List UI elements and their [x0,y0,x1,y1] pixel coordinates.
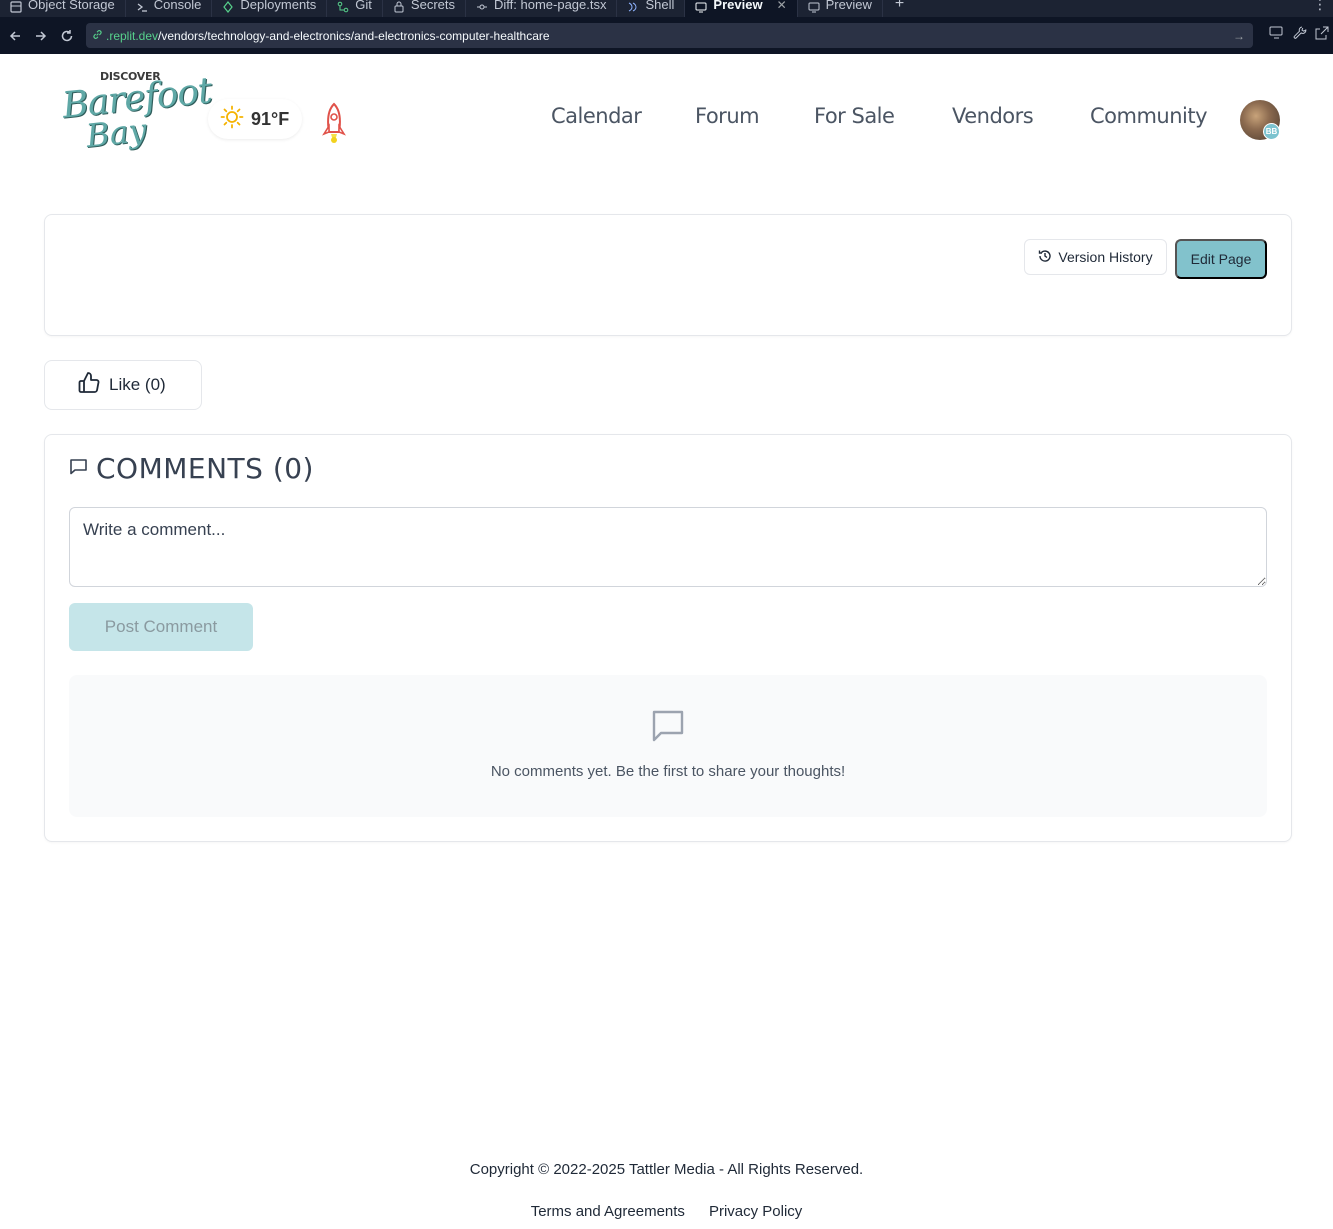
site-logo[interactable]: DISCOVER Barefoot Bay [60,70,213,160]
terms-link[interactable]: Terms and Agreements [531,1203,685,1220]
nav-calendar[interactable]: Calendar [551,104,642,128]
storage-icon [10,1,22,13]
terminal-icon [136,1,148,13]
rocket-icon[interactable] [320,102,348,150]
like-label: Like (0) [109,375,166,394]
tab-object-storage[interactable]: Object Storage [0,0,126,17]
history-icon [1038,249,1052,266]
nav-for-sale[interactable]: For Sale [814,104,895,128]
footer-copyright: Copyright © 2022-2025 Tattler Media - Al… [469,1161,864,1178]
diff-icon [476,1,488,13]
user-avatar[interactable]: BB [1240,100,1280,140]
comment-input[interactable] [69,507,1267,587]
privacy-link[interactable]: Privacy Policy [709,1203,802,1220]
tab-label: Secrets [410,0,455,12]
weather-temperature: 91°F [251,108,290,129]
comments-heading: COMMENTS (0) [69,452,314,485]
tab-secrets[interactable]: Secrets [383,0,466,17]
monitor-icon [695,1,707,13]
forward-arrow-icon[interactable] [28,23,54,49]
shell-icon [627,1,639,13]
comments-title: COMMENTS (0) [96,452,314,485]
lock-icon [393,1,405,13]
link-icon [92,29,103,43]
monitor-icon [808,1,820,13]
devices-icon[interactable] [1269,26,1285,45]
tab-shell[interactable]: Shell [617,0,686,17]
version-history-label: Version History [1058,249,1153,265]
weather-widget: 91°F [208,99,302,139]
nav-vendors[interactable]: Vendors [952,104,1034,128]
tab-label: Object Storage [28,0,115,12]
url-input[interactable]: .replit.dev/vendors/technology-and-elect… [86,23,1253,48]
site-header: DISCOVER Barefoot Bay 91°F Calendar Foru… [0,54,1333,184]
back-arrow-icon[interactable] [2,23,28,49]
tab-label: Git [355,0,372,12]
url-domain: .replit.dev [106,28,159,43]
ide-tab-bar: Object Storage Console Deployments Git S… [0,0,1333,17]
deploy-icon [222,1,234,13]
like-button[interactable]: Like (0) [44,360,202,410]
tab-label: Preview [713,0,763,12]
tab-deployments[interactable]: Deployments [212,0,328,17]
reload-icon[interactable] [54,23,80,49]
browser-url-row: .replit.dev/vendors/technology-and-elect… [0,17,1333,54]
page-content-card [44,214,1292,336]
go-arrow-icon[interactable]: → [1233,29,1245,43]
tab-label: Shell [645,0,675,12]
edit-page-button[interactable]: Edit Page [1175,239,1267,279]
tab-diff-home-page[interactable]: Diff: home-page.tsx [466,0,618,17]
open-external-icon[interactable] [1315,26,1329,45]
empty-comments-state: No comments yet. Be the first to share y… [69,675,1267,817]
tab-label: Diff: home-page.tsx [494,0,607,12]
url-path: /vendors/technology-and-electronics/and-… [158,28,550,43]
message-bubble-icon [650,708,686,749]
tab-console[interactable]: Console [126,0,213,17]
avatar-badge: BB [1263,123,1280,140]
nav-forum[interactable]: Forum [695,104,760,128]
logo-line2: Bay [84,110,149,156]
tab-label: Deployments [240,0,317,12]
sun-icon [220,105,244,134]
version-history-button[interactable]: Version History [1024,239,1167,275]
git-icon [337,1,349,13]
tab-label: Preview [825,0,872,12]
nav-community[interactable]: Community [1090,104,1208,128]
tab-preview[interactable]: Preview [798,0,883,17]
empty-comments-message: No comments yet. Be the first to share y… [490,763,846,780]
more-options-icon[interactable]: ⋮ [1313,0,1327,13]
close-icon[interactable]: ✕ [777,0,787,12]
add-tab-button[interactable]: + [883,0,916,13]
footer-links: Terms and Agreements Privacy Policy [0,1203,1333,1220]
tab-preview-active[interactable]: Preview ✕ [685,0,798,17]
post-comment-button[interactable]: Post Comment [69,603,253,651]
comment-icon [69,457,88,481]
thumbs-up-icon [77,371,101,400]
url-actions [1269,26,1329,45]
tab-label: Console [153,0,202,12]
tab-git[interactable]: Git [327,0,383,17]
wrench-icon[interactable] [1293,26,1307,45]
